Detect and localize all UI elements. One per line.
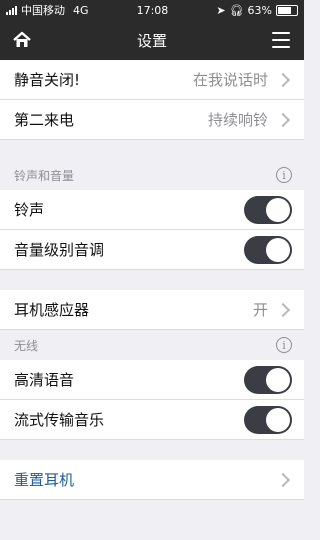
row-reset-headset[interactable]: 重置耳机	[0, 460, 304, 500]
chevron-right-icon	[275, 112, 291, 127]
stream-music-toggle[interactable]	[244, 405, 292, 434]
section-header-sound: 铃声和音量 i	[0, 160, 304, 190]
network-label: 4G	[73, 3, 89, 17]
chevron-right-icon	[275, 472, 291, 487]
section-title: 无线	[14, 338, 39, 353]
signal-icon	[6, 5, 17, 15]
volume-tone-toggle[interactable]	[244, 235, 292, 264]
battery-icon	[276, 4, 298, 16]
row-label: 铃声	[14, 201, 45, 219]
row-label: 第二来电	[14, 111, 75, 129]
location-icon: ➤	[216, 3, 226, 17]
row-label: 高清语音	[14, 371, 75, 389]
row-value: 开	[252, 301, 268, 319]
row-second-call[interactable]: 第二来电 持续响铃	[0, 100, 304, 140]
reset-headset-link[interactable]: 重置耳机	[14, 469, 278, 490]
nav-bar: 设置	[0, 20, 304, 60]
row-headset-sensor[interactable]: 耳机感应器 开	[0, 290, 304, 330]
row-label: 音量级别音调	[14, 241, 105, 259]
chevron-right-icon	[275, 72, 291, 87]
ringtone-toggle[interactable]	[244, 195, 292, 224]
battery-percent: 63%	[247, 3, 272, 17]
row-hd-voice: 高清语音	[0, 360, 304, 400]
section-gap	[0, 270, 304, 290]
row-mute-off[interactable]: 静音关闭! 在我说话时	[0, 60, 304, 100]
hd-voice-toggle[interactable]	[244, 365, 292, 394]
section-title: 铃声和音量	[14, 168, 75, 183]
info-icon[interactable]: i	[276, 167, 292, 183]
row-label: 静音关闭!	[14, 71, 81, 89]
status-bar: 中国移动 4G 17:08 ➤ 🎧︎ 63%	[0, 0, 304, 20]
section-header-wireless: 无线 i	[0, 330, 304, 360]
carrier-label: 中国移动	[21, 4, 65, 17]
section-gap	[0, 440, 304, 460]
page-title: 设置	[136, 31, 167, 50]
section-gap	[0, 140, 304, 160]
info-icon[interactable]: i	[276, 337, 292, 353]
row-value: 在我说话时	[192, 71, 268, 89]
row-ringtone: 铃声	[0, 190, 304, 230]
row-label: 流式传输音乐	[14, 411, 105, 429]
headphones-icon: 🎧︎	[229, 3, 244, 17]
row-volume-tone: 音量级别音调	[0, 230, 304, 270]
row-stream-music: 流式传输音乐	[0, 400, 304, 440]
menu-icon[interactable]	[272, 32, 290, 48]
home-icon[interactable]	[12, 30, 32, 50]
row-value: 持续响铃	[207, 111, 268, 129]
row-label: 耳机感应器	[14, 301, 90, 319]
chevron-right-icon	[275, 302, 291, 317]
clock: 17:08	[136, 3, 169, 17]
